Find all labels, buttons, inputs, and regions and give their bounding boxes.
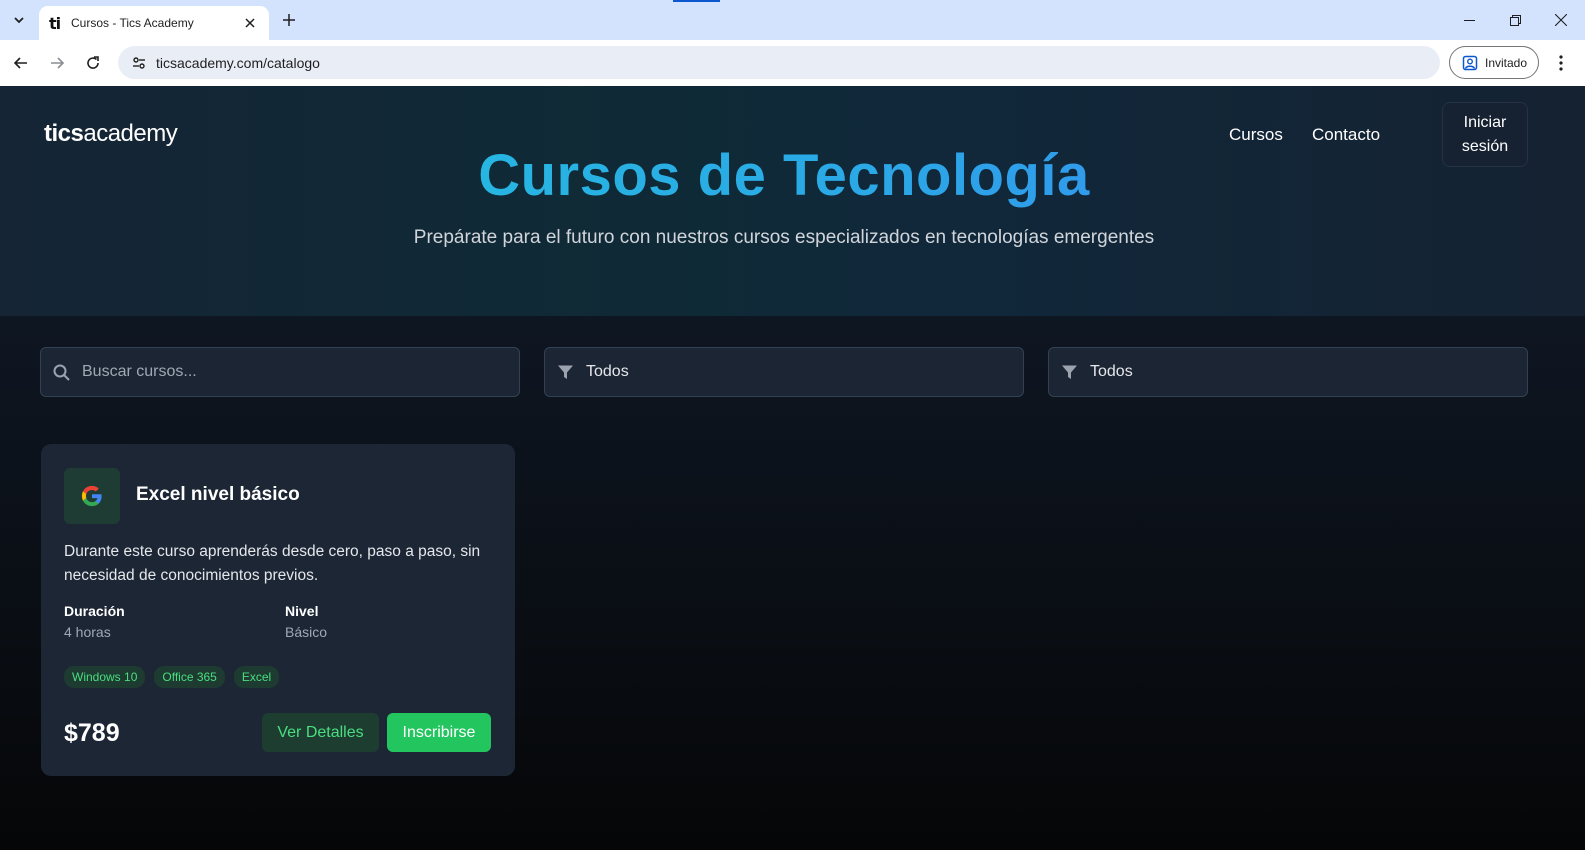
tag-excel: Excel — [233, 666, 280, 688]
tab-close-button[interactable] — [241, 14, 259, 32]
course-tags: Windows 10 Office 365 Excel — [64, 666, 280, 688]
minimize-button[interactable] — [1446, 0, 1492, 40]
back-button[interactable] — [8, 50, 34, 76]
filter-icon — [556, 363, 574, 381]
search-input[interactable] — [82, 363, 482, 381]
tab-search-button[interactable] — [6, 7, 32, 33]
enroll-button[interactable]: Inscribirse — [387, 713, 491, 752]
course-card: Excel nivel básico Durante este curso ap… — [41, 444, 515, 776]
view-details-button[interactable]: Ver Detalles — [262, 713, 379, 752]
category-filter-value: Todos — [586, 363, 629, 380]
search-icon — [52, 363, 70, 381]
tune-icon — [133, 56, 145, 69]
arrow-left-icon — [13, 57, 27, 69]
address-bar[interactable]: ticsacademy.com/catalogo — [118, 46, 1440, 79]
course-description: Durante este curso aprenderás desde cero… — [64, 543, 481, 584]
hero-section: ticsacademy Cursos Contacto Iniciar sesi… — [0, 86, 1585, 316]
level-value: Básico — [285, 624, 328, 640]
restore-icon — [1509, 14, 1521, 26]
level-filter-select[interactable]: Todos — [1048, 347, 1528, 397]
browser-toolbar: ticsacademy.com/catalogo Invitado — [0, 40, 1585, 86]
restore-button[interactable] — [1492, 0, 1538, 40]
browser-menu-button[interactable] — [1550, 50, 1572, 76]
level-label: Nivel — [285, 603, 319, 619]
category-filter-select[interactable]: Todos — [544, 347, 1024, 397]
profile-label: Invitado — [1485, 55, 1528, 70]
duration-label: Duración — [64, 603, 125, 619]
chevron-down-icon — [14, 17, 24, 24]
url-text: ticsacademy.com/catalogo — [156, 54, 320, 71]
tab-title: Cursos - Tics Academy — [71, 16, 194, 30]
close-icon — [245, 18, 255, 28]
close-icon — [1555, 14, 1567, 26]
page-title: Cursos de Tecnología — [0, 142, 1568, 209]
level-filter-value: Todos — [1090, 363, 1133, 380]
close-window-button[interactable] — [1538, 0, 1584, 40]
plus-icon — [283, 14, 295, 26]
reload-icon — [87, 56, 99, 69]
duration-value: 4 horas — [64, 624, 111, 640]
guest-profile-icon — [1462, 55, 1478, 70]
tag-windows-10: Windows 10 — [64, 666, 146, 688]
course-price: $789 — [64, 719, 120, 747]
arrow-right-icon — [51, 57, 65, 69]
tics-favicon-icon: ti — [49, 13, 61, 33]
profile-button[interactable]: Invitado — [1449, 46, 1539, 79]
filter-icon — [1060, 363, 1078, 381]
browser-tab[interactable]: ti Cursos - Tics Academy — [39, 6, 269, 40]
more-vertical-icon — [1559, 55, 1563, 71]
minimize-icon — [1463, 19, 1475, 21]
course-title: Excel nivel básico — [136, 484, 300, 505]
browser-tab-strip: ti Cursos - Tics Academy — [0, 0, 1585, 40]
search-field[interactable] — [40, 347, 520, 397]
tag-office-365: Office 365 — [154, 666, 225, 688]
page-content: ticsacademy Cursos Contacto Iniciar sesi… — [0, 86, 1585, 850]
google-g-icon — [64, 468, 120, 524]
forward-button[interactable] — [44, 50, 70, 76]
site-info-button[interactable] — [126, 50, 152, 76]
new-tab-button[interactable] — [278, 9, 300, 31]
page-subtitle: Prepárate para el futuro con nuestros cu… — [413, 227, 1155, 248]
reload-button[interactable] — [80, 50, 106, 76]
tab-loading-indicator — [673, 0, 720, 2]
